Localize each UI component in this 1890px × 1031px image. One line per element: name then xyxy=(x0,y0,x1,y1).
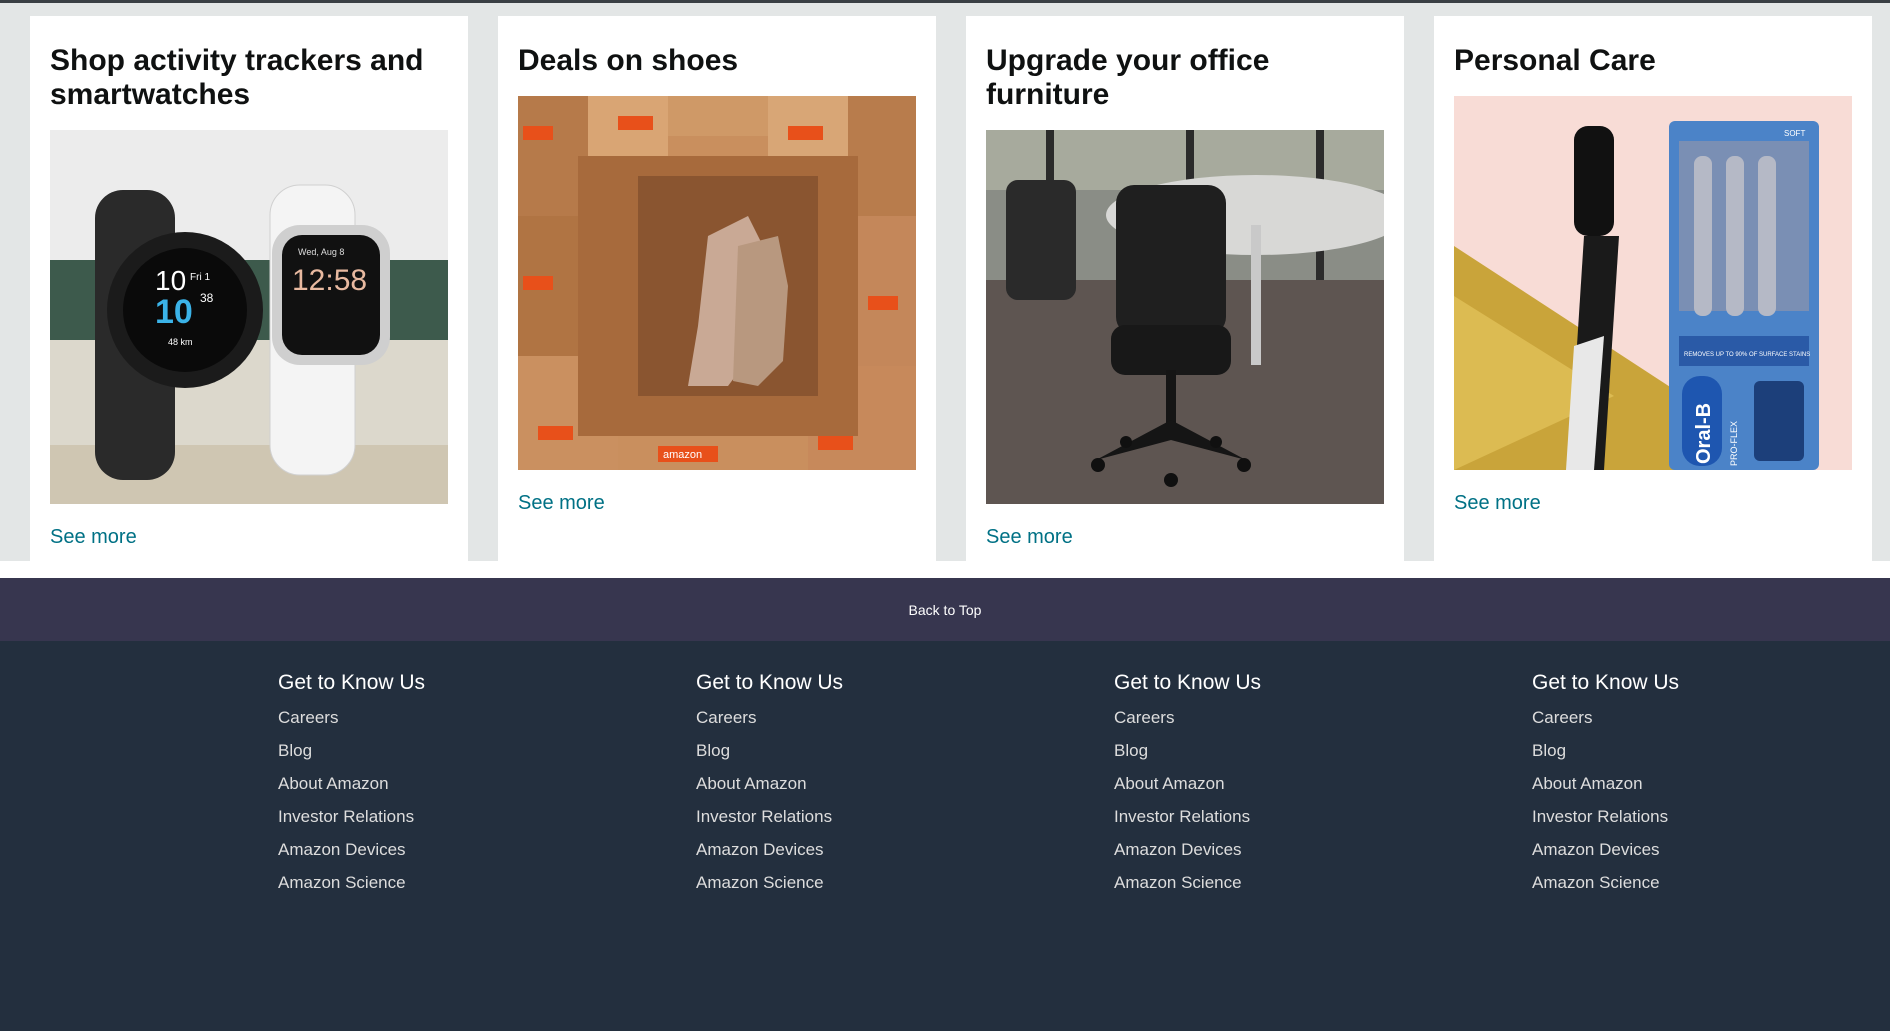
office-furniture-image[interactable] xyxy=(986,130,1384,504)
card-title: Upgrade your office furniture xyxy=(986,44,1270,111)
toothbrush-photo: SOFT REMOVES UP TO 90% OF SURFACE STAINS… xyxy=(1454,96,1852,470)
footer-link-about[interactable]: About Amazon xyxy=(1114,773,1414,794)
footer-link-blog[interactable]: Blog xyxy=(696,740,996,761)
card-title: Shop activity trackers and smartwatches xyxy=(50,44,424,111)
card-personal-care: Personal Care SOFT REMOVES UP TO 90% OF … xyxy=(1434,16,1872,563)
back-to-top-button[interactable]: Back to Top xyxy=(0,578,1890,641)
card-grid-bottom-strip xyxy=(0,561,1890,578)
footer-link-science[interactable]: Amazon Science xyxy=(1114,872,1414,893)
footer-link-science[interactable]: Amazon Science xyxy=(696,872,996,893)
footer-column: Get to Know Us Careers Blog About Amazon… xyxy=(278,671,578,905)
footer-link-about[interactable]: About Amazon xyxy=(278,773,578,794)
see-more-link[interactable]: See more xyxy=(1454,492,1541,515)
footer-column: Get to Know Us Careers Blog About Amazon… xyxy=(1532,671,1832,905)
footer-link-careers[interactable]: Careers xyxy=(1532,707,1832,728)
footer-link-investor[interactable]: Investor Relations xyxy=(1532,806,1832,827)
watch-distance: 48 km xyxy=(168,337,193,347)
footer-link-about[interactable]: About Amazon xyxy=(1532,773,1832,794)
shoes-in-boxes-photo: amazon xyxy=(518,96,916,470)
smartwatches-image[interactable]: 10 Fri 1 10 38 48 km Wed, Aug 8 12:58 xyxy=(50,130,448,504)
footer-link-blog[interactable]: Blog xyxy=(1114,740,1414,761)
footer-heading: Get to Know Us xyxy=(1114,671,1262,694)
footer-link-devices[interactable]: Amazon Devices xyxy=(696,839,996,860)
footer-link-investor[interactable]: Investor Relations xyxy=(1114,806,1414,827)
footer-column: Get to Know Us Careers Blog About Amazon… xyxy=(1114,671,1414,905)
office-chair-photo xyxy=(986,130,1384,504)
smartwatches-photo: 10 Fri 1 10 38 48 km Wed, Aug 8 12:58 xyxy=(50,130,448,504)
card-smartwatches: Shop activity trackers and smartwatches … xyxy=(30,16,468,563)
footer: Get to Know Us Careers Blog About Amazon… xyxy=(0,641,1890,1031)
card-grid: Shop activity trackers and smartwatches … xyxy=(0,3,1890,578)
see-more-link[interactable]: See more xyxy=(518,492,605,515)
footer-heading: Get to Know Us xyxy=(696,671,844,694)
package-brand: Oral-B xyxy=(1693,403,1715,464)
watch-seconds: 38 xyxy=(200,291,214,305)
watch-date: Fri 1 xyxy=(190,272,210,283)
watch2-time: 12:58 xyxy=(292,264,367,297)
footer-link-investor[interactable]: Investor Relations xyxy=(696,806,996,827)
footer-heading: Get to Know Us xyxy=(1532,671,1680,694)
card-title: Personal Care xyxy=(1454,44,1656,77)
box-brand-text: amazon xyxy=(663,449,702,461)
footer-link-devices[interactable]: Amazon Devices xyxy=(278,839,578,860)
card-office-furniture: Upgrade your office furniture See more xyxy=(966,16,1404,563)
footer-link-science[interactable]: Amazon Science xyxy=(1532,872,1832,893)
footer-link-careers[interactable]: Careers xyxy=(1114,707,1414,728)
footer-link-blog[interactable]: Blog xyxy=(1532,740,1832,761)
package-claim: REMOVES UP TO 90% OF SURFACE STAINS xyxy=(1684,352,1810,358)
footer-link-careers[interactable]: Careers xyxy=(696,707,996,728)
footer-column: Get to Know Us Careers Blog About Amazon… xyxy=(696,671,996,905)
footer-link-devices[interactable]: Amazon Devices xyxy=(1114,839,1414,860)
watch-hour: 10 xyxy=(155,265,186,296)
watch2-date: Wed, Aug 8 xyxy=(298,247,344,257)
card-title: Deals on shoes xyxy=(518,44,739,77)
footer-link-investor[interactable]: Investor Relations xyxy=(278,806,578,827)
package-line: PRO-FLEX xyxy=(1729,421,1739,466)
card-shoes: Deals on shoes amazon See more xyxy=(498,16,936,563)
footer-link-science[interactable]: Amazon Science xyxy=(278,872,578,893)
see-more-link[interactable]: See more xyxy=(986,526,1073,549)
see-more-link[interactable]: See more xyxy=(50,526,137,549)
footer-link-about[interactable]: About Amazon xyxy=(696,773,996,794)
package-label: SOFT xyxy=(1784,129,1805,138)
footer-link-careers[interactable]: Careers xyxy=(278,707,578,728)
watch-minute: 10 xyxy=(155,293,193,331)
footer-link-blog[interactable]: Blog xyxy=(278,740,578,761)
footer-link-devices[interactable]: Amazon Devices xyxy=(1532,839,1832,860)
footer-heading: Get to Know Us xyxy=(278,671,426,694)
shoes-image[interactable]: amazon xyxy=(518,96,916,470)
personal-care-image[interactable]: SOFT REMOVES UP TO 90% OF SURFACE STAINS… xyxy=(1454,96,1852,470)
